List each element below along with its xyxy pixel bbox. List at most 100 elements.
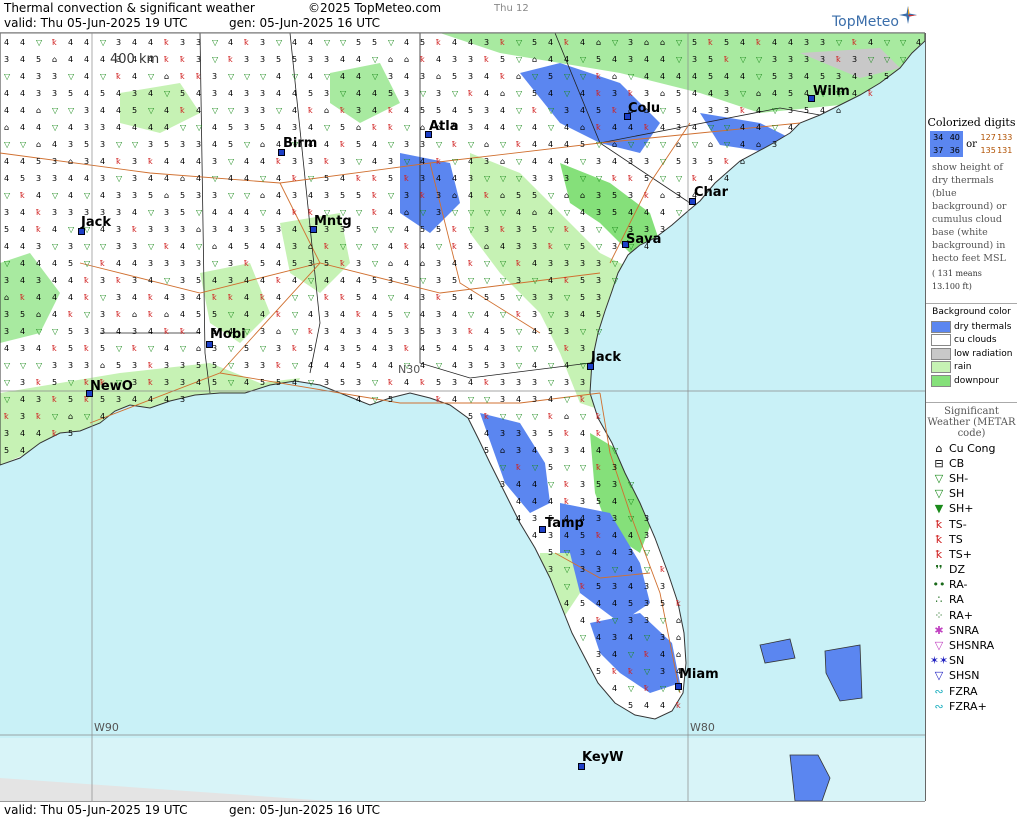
map-symbol: 5 [132, 106, 137, 115]
city-newo[interactable]: NewO [90, 379, 133, 394]
map-symbol: 4 [468, 157, 473, 166]
map-symbol: ▽ [484, 259, 491, 268]
map-symbol: ▽ [436, 242, 443, 251]
map-symbol: ▽ [52, 242, 59, 251]
map-symbol: ⌂ [596, 548, 601, 557]
map-symbol: 5 [644, 174, 649, 183]
map-symbol: 4 [548, 157, 553, 166]
map-symbol: 4 [468, 293, 473, 302]
map-symbol: 5 [276, 55, 281, 64]
map-symbol: ꝁ [292, 174, 297, 183]
map-symbol: 4 [644, 208, 649, 217]
weather-map[interactable]: 4 4 ▽ ꝁ 4 4 ▽ 3 4 4 ꝁ 3 3 ▽ 4 ꝁ 3 ▽ 4 4 ▽ ▽ 5 5 ▽ 4 5 ꝁ 4 4 3 ꝁ ▽ 5 4 ꝁ 4 ⌂ ▽ 3… [0, 33, 926, 801]
map-symbol: ▽ [724, 140, 731, 149]
map-symbol: 4 [148, 89, 153, 98]
city-wilm[interactable]: Wilm [813, 84, 850, 99]
map-symbol: ⌂ [532, 208, 537, 217]
map-symbol: 3 [116, 395, 121, 404]
map-symbol: ꝁ [516, 463, 521, 472]
map-symbol: ꝁ [36, 208, 41, 217]
map-symbol: ⌂ [676, 633, 681, 642]
map-symbol: 4 [20, 259, 25, 268]
map-symbol: 4 [660, 72, 665, 81]
map-symbol: 3 [356, 259, 361, 268]
map-symbol: ꝁ [228, 55, 233, 64]
map-symbol: 3 [84, 361, 89, 370]
map-symbol: 5 [596, 497, 601, 506]
map-symbol: ꝁ [500, 38, 505, 47]
map-symbol: 3 [196, 55, 201, 64]
map-symbol: 3 [596, 191, 601, 200]
map-symbol: ꝁ [260, 293, 265, 302]
map-symbol: 4 [452, 395, 457, 404]
map-symbol: 4 [372, 89, 377, 98]
map-symbol: ꝁ [148, 361, 153, 370]
map-symbol: ꝁ [36, 378, 41, 387]
shower-icon: ▽ [934, 487, 944, 501]
map-symbol: ꝁ [564, 38, 569, 47]
map-symbol: ▽ [148, 344, 155, 353]
map-symbol: 4 [164, 344, 169, 353]
sigwx-legend-label: RA+ [949, 608, 973, 622]
background-legend-item: low radiation [926, 347, 1017, 361]
map-symbol: ▽ [228, 378, 235, 387]
sigwx-legend-label: SH [949, 487, 965, 501]
map-symbol: 4 [196, 157, 201, 166]
map-symbol: 4 [84, 55, 89, 64]
map-symbol: ⌂ [388, 259, 393, 268]
day-tab[interactable]: Thu 12 [494, 3, 529, 14]
map-symbol: 4 [548, 38, 553, 47]
city-birm[interactable]: Birm [283, 136, 317, 151]
map-symbol: 3 [436, 191, 441, 200]
map-symbol: 3 [612, 514, 617, 523]
snow-rain-icon: ✱ [934, 623, 944, 637]
map-symbol: ꝁ [292, 344, 297, 353]
map-symbol: 4 [372, 327, 377, 336]
city-tamp[interactable]: Tamp [545, 516, 584, 531]
map-symbol: 3 [692, 55, 697, 64]
map-symbol: ▽ [4, 140, 11, 149]
city-keyw[interactable]: KeyW [582, 750, 623, 765]
city-jack-ms[interactable]: Jack [81, 215, 111, 230]
city-sava[interactable]: Sava [626, 232, 661, 247]
map-symbol: 4 [260, 310, 265, 319]
city-char[interactable]: Char [694, 185, 728, 200]
map-symbol: ⌂ [532, 55, 537, 64]
map-symbol: 5 [532, 38, 537, 47]
map-symbol: ▽ [484, 395, 491, 404]
digit-sample: 34 40 37 36 or 127 133 135 131 [926, 129, 1017, 159]
map-symbol: ▽ [900, 38, 907, 47]
map-symbol: 4 [20, 89, 25, 98]
map-symbol: ▽ [468, 276, 475, 285]
map-symbol: 3 [196, 191, 201, 200]
city-atla[interactable]: Atla [429, 119, 459, 134]
map-symbol: 4 [308, 191, 313, 200]
map-symbol: 5 [468, 106, 473, 115]
sample-digit: 135 [980, 146, 996, 155]
map-symbol: ⌂ [276, 327, 281, 336]
map-symbol: 3 [580, 497, 585, 506]
map-symbol: ⌂ [452, 191, 457, 200]
map-symbol: 4 [452, 259, 457, 268]
map-symbol: 4 [228, 174, 233, 183]
map-symbol: 3 [388, 344, 393, 353]
map-symbol: ▽ [308, 276, 315, 285]
city-jack-fl[interactable]: Jack [591, 350, 621, 365]
map-symbol: 5 [196, 276, 201, 285]
map-symbol: ꝁ [164, 55, 169, 64]
background-legend-label: cu clouds [954, 335, 997, 346]
map-symbol: ▽ [84, 412, 91, 421]
map-symbol: 4 [372, 106, 377, 115]
map-symbol: 3 [52, 89, 57, 98]
legend-example: ( 131 means 13.100 ft) [932, 269, 982, 291]
map-symbol: ⌂ [644, 38, 649, 47]
city-colu[interactable]: Colu [628, 101, 660, 116]
city-miam[interactable]: Miam [679, 667, 719, 682]
map-symbol: ꝁ [372, 208, 377, 217]
city-mntg[interactable]: Mntg [314, 214, 352, 229]
city-mobi[interactable]: Mobi [210, 327, 246, 342]
map-symbol: 3 [580, 378, 585, 387]
map-symbol: 3 [36, 174, 41, 183]
map-symbol: ▽ [100, 38, 107, 47]
map-symbol: 4 [36, 344, 41, 353]
